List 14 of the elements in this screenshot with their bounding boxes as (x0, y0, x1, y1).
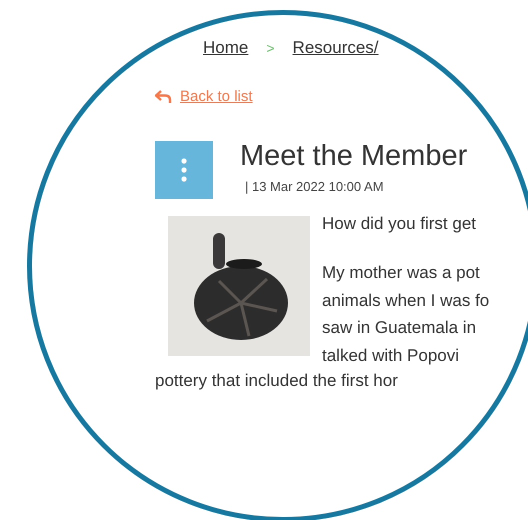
answer-text-line: My mother was a pot (322, 262, 481, 284)
breadcrumb-link[interactable]: Home (203, 35, 248, 61)
menu-button[interactable] (155, 140, 213, 198)
answer-text-line: animals when I was fo (322, 290, 490, 312)
article-date: | 13 Mar 2022 10:00 AM (244, 178, 385, 196)
article-title: Meet the Member (240, 138, 468, 174)
reply-arrow-icon (155, 90, 172, 104)
breadcrumb-link[interactable]: Resources/ (292, 35, 379, 61)
answer-text-line: saw in Guatemala in (322, 317, 478, 339)
answer-text-line: talked with Popovi (322, 344, 460, 366)
vertical-dots-icon (181, 158, 187, 182)
answer-text-line: pottery that included the first hor (155, 370, 399, 392)
breadcrumb-separator: > (266, 38, 275, 58)
question-text: How did you first get (322, 212, 478, 234)
